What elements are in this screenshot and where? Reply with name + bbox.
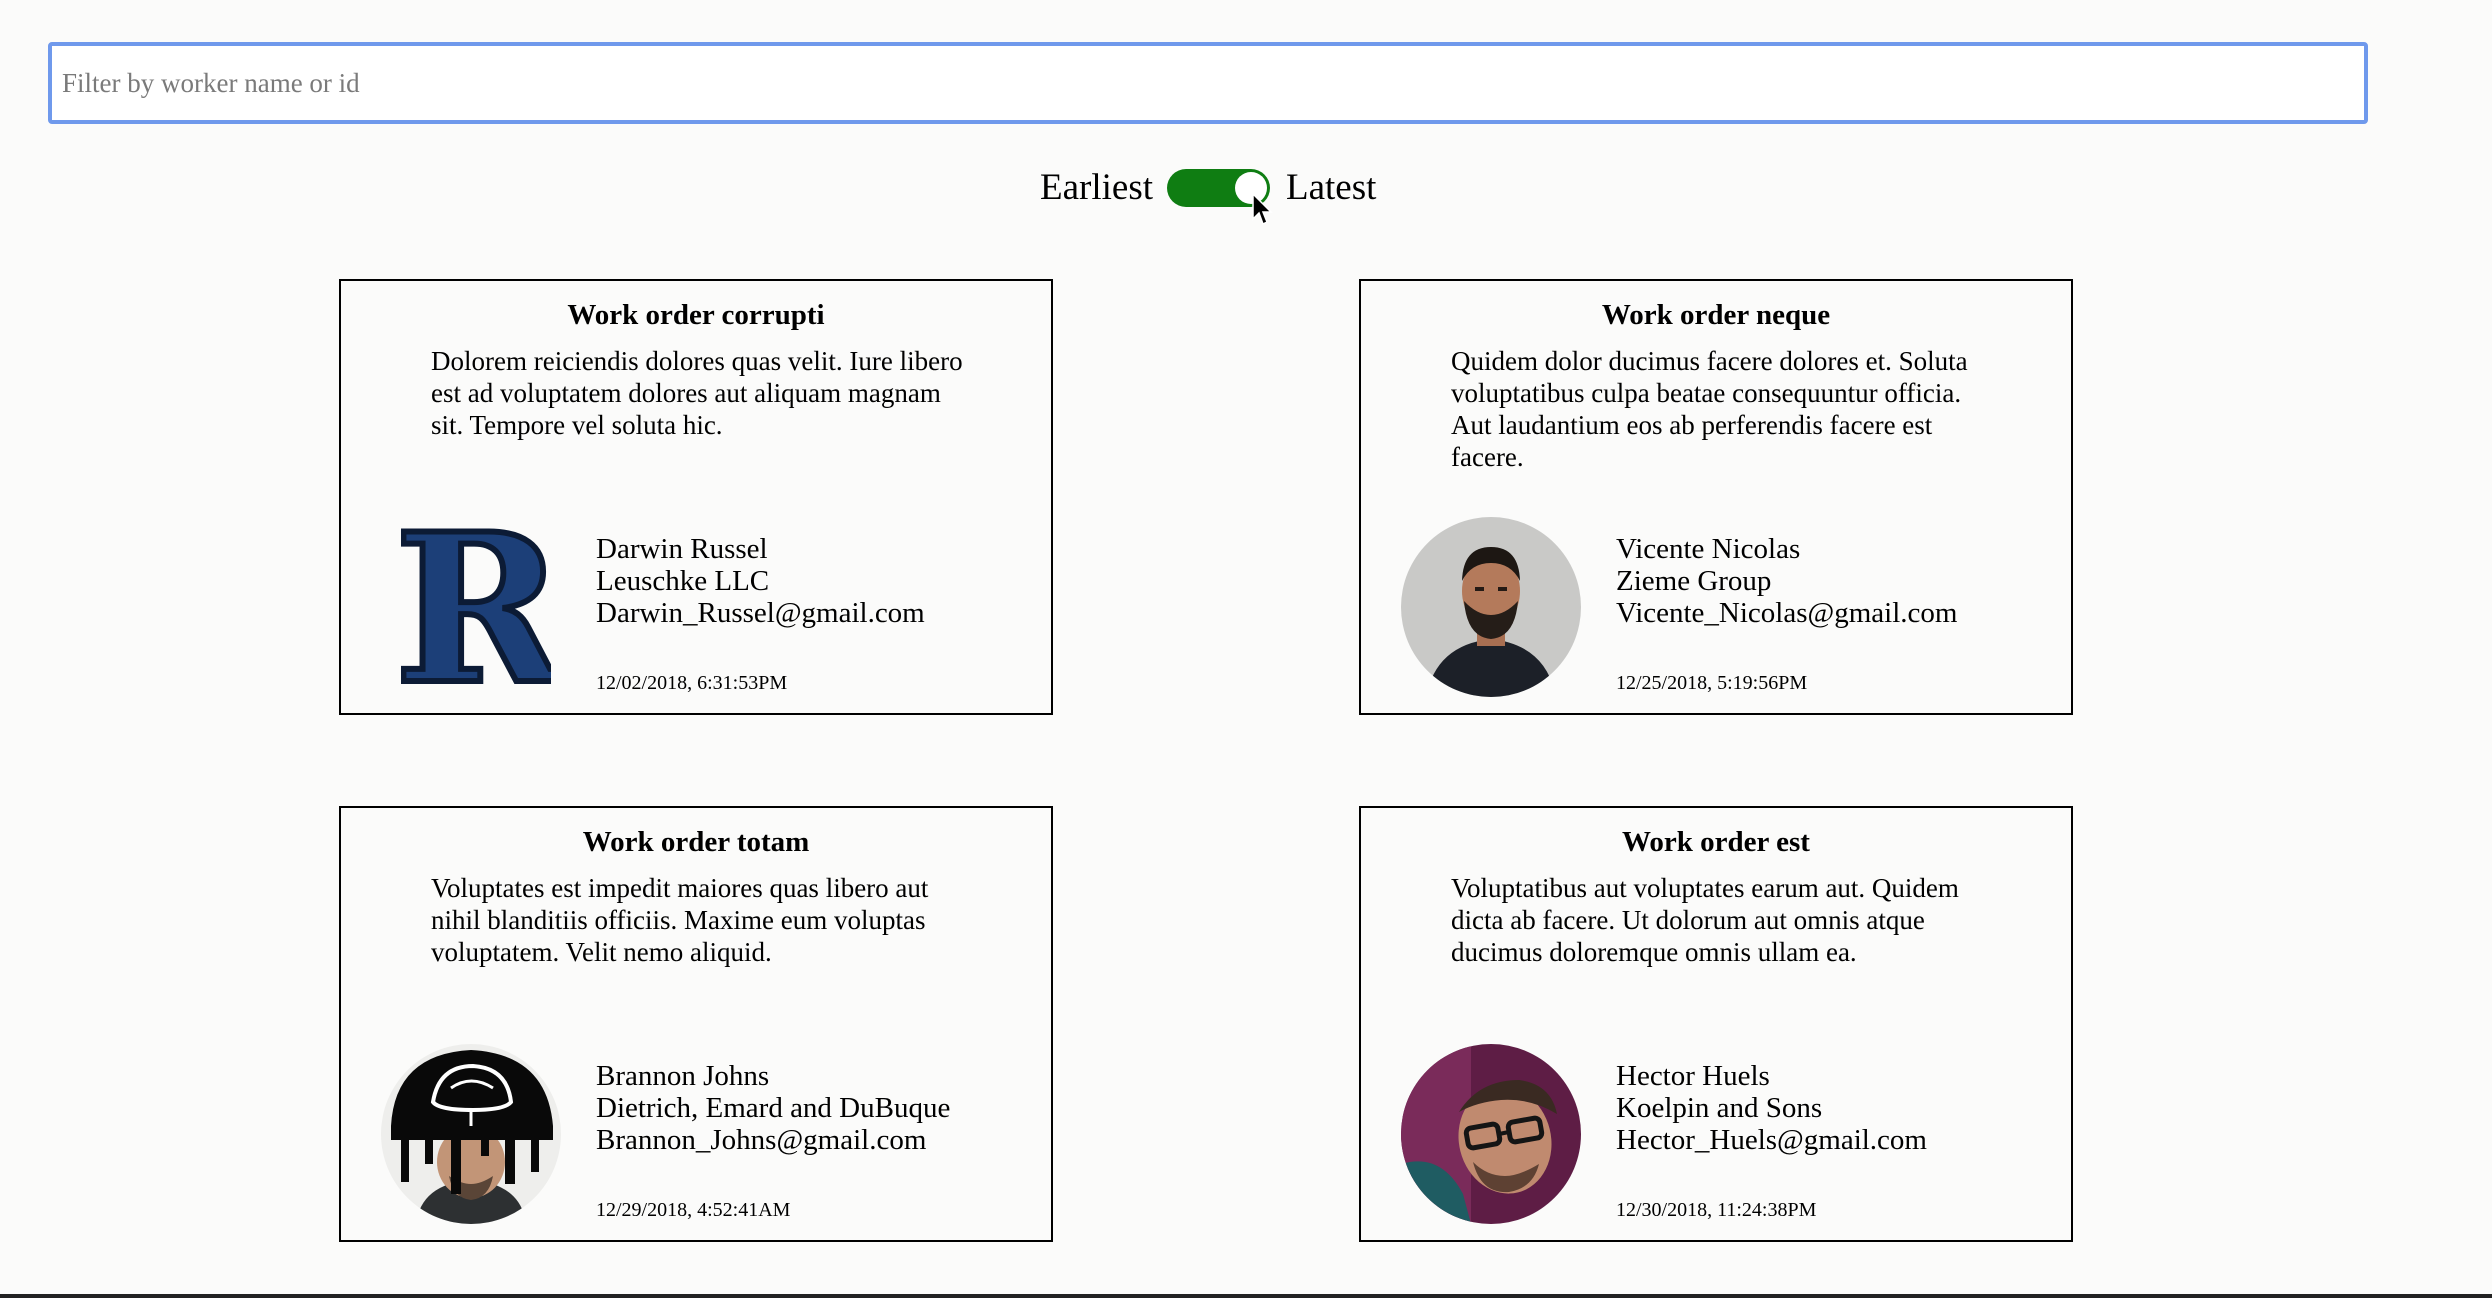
worker-info: Hector Huels Koelpin and Sons Hector_Hue…	[1616, 1060, 1927, 1156]
sort-toggle-row: Earliest Latest	[0, 160, 2420, 216]
work-order-title: Work order corrupti	[567, 299, 825, 331]
glasses-man-photo-icon	[1401, 1044, 1581, 1224]
blackletter-r-logo-icon: R	[401, 521, 551, 701]
bottom-divider	[0, 1294, 2492, 1298]
worker-avatar	[381, 1044, 561, 1224]
work-order-card: Work order corrupti Dolorem reiciendis d…	[339, 279, 1053, 715]
worker-company: Leuschke LLC	[596, 565, 770, 597]
deadline-date: 12/29/2018, 4:52:41AM	[596, 1199, 791, 1221]
deadline-date: 12/25/2018, 5:19:56PM	[1616, 672, 1808, 694]
mouse-cursor-icon	[1252, 193, 1273, 226]
worker-email: Brannon_Johns@gmail.com	[596, 1124, 927, 1156]
work-order-title: Work order neque	[1601, 299, 1831, 331]
latest-label: Latest	[1286, 167, 1377, 208]
work-order-card: Work order totam Voluptates est impedit …	[339, 806, 1053, 1242]
worker-name: Hector Huels	[1616, 1060, 1770, 1092]
bearded-man-photo-icon	[1401, 517, 1581, 697]
filter-input[interactable]	[48, 42, 2368, 124]
worker-email: Vicente_Nicolas@gmail.com	[1616, 597, 1958, 629]
worker-avatar	[1401, 1044, 1581, 1224]
worker-company: Zieme Group	[1616, 565, 1772, 597]
work-order-card: Work order neque Quidem dolor ducimus fa…	[1359, 279, 2073, 715]
earliest-label: Earliest	[1040, 167, 1154, 208]
work-order-card: Work order est Voluptatibus aut voluptat…	[1359, 806, 2073, 1242]
worker-email: Darwin_Russel@gmail.com	[596, 597, 925, 629]
work-order-description: Voluptates est impedit maiores quas libe…	[431, 873, 929, 967]
worker-email: Hector_Huels@gmail.com	[1616, 1124, 1927, 1156]
work-order-title: Work order totam	[582, 826, 810, 858]
worker-name: Darwin Russel	[596, 533, 768, 565]
worker-name: Vicente Nicolas	[1616, 533, 1801, 565]
svg-text:R: R	[401, 521, 551, 701]
work-order-description: Quidem dolor ducimus facere dolores et. …	[1451, 346, 1968, 472]
worker-info: Darwin Russel Leuschke LLC Darwin_Russel…	[596, 533, 925, 629]
work-order-description: Dolorem reiciendis dolores quas velit. I…	[431, 346, 963, 440]
dripping-art-photo-icon	[381, 1044, 561, 1224]
worker-info: Brannon Johns Dietrich, Emard and DuBuqu…	[596, 1060, 950, 1156]
worker-company: Dietrich, Emard and DuBuque	[596, 1092, 951, 1124]
work-order-description: Voluptatibus aut voluptates earum aut. Q…	[1451, 873, 1959, 967]
deadline-date: 12/30/2018, 11:24:38PM	[1616, 1199, 1817, 1221]
worker-company: Koelpin and Sons	[1616, 1092, 1823, 1124]
worker-avatar	[1401, 517, 1581, 697]
worker-info: Vicente Nicolas Zieme Group Vicente_Nico…	[1616, 533, 1957, 629]
worker-name: Brannon Johns	[596, 1060, 770, 1092]
deadline-date: 12/02/2018, 6:31:53PM	[596, 672, 788, 694]
worker-avatar: R	[401, 521, 551, 701]
work-order-title: Work order est	[1622, 826, 1810, 858]
